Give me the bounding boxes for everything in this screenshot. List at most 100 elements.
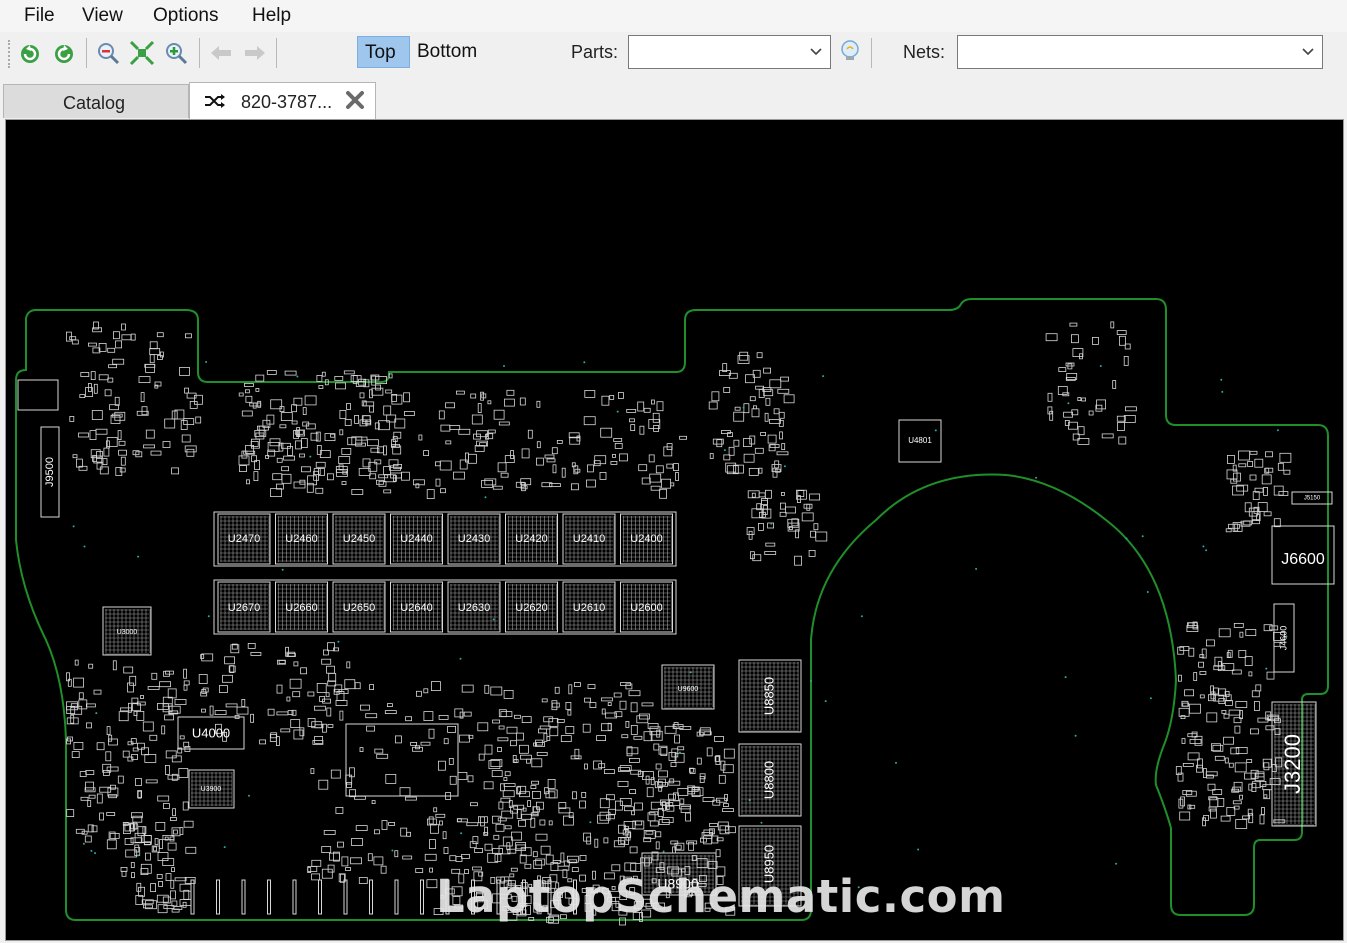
chip-label-u8850: U8850 [761, 677, 776, 715]
component-footprint [459, 459, 468, 470]
rotate-ccw-icon[interactable] [17, 40, 43, 66]
menu-help[interactable]: Help [252, 5, 291, 27]
component-footprint [321, 846, 332, 853]
tab-catalog[interactable]: Catalog [3, 84, 189, 118]
component-footprint [142, 721, 154, 732]
chevron-down-icon[interactable] [808, 43, 824, 59]
component-footprint [438, 715, 449, 720]
component-footprint [140, 695, 144, 699]
menu-options[interactable]: Options [153, 5, 218, 27]
component-footprint [117, 775, 124, 784]
component-footprint [145, 779, 158, 784]
component-footprint [434, 461, 441, 467]
component-footprint [433, 807, 438, 813]
zoom-out-icon[interactable] [95, 40, 121, 66]
component-footprint [276, 457, 283, 463]
component-footprint [354, 682, 361, 690]
component-footprint [552, 464, 557, 474]
component-footprint [619, 700, 627, 710]
component-footprint [552, 860, 561, 864]
via [1141, 535, 1144, 538]
chip-label-u4000: U4000 [192, 725, 230, 740]
via [205, 361, 208, 363]
component-footprint [649, 473, 662, 483]
nets-combobox[interactable] [957, 35, 1323, 69]
zoom-in-icon[interactable] [163, 40, 189, 66]
close-icon[interactable] [345, 90, 365, 110]
component-footprint [675, 844, 682, 850]
component-footprint [318, 779, 329, 790]
component-footprint [388, 822, 396, 826]
component-footprint [515, 844, 526, 850]
component-footprint [201, 689, 207, 694]
component-footprint [484, 684, 490, 694]
via [1202, 545, 1205, 548]
component-footprint [447, 726, 457, 733]
component-footprint [96, 793, 103, 804]
component-footprint [426, 489, 435, 500]
component-footprint [335, 382, 347, 390]
component-footprint [1225, 528, 1232, 533]
component-footprint [481, 479, 494, 488]
tab-board[interactable]: 820-3787... [189, 82, 376, 119]
component-footprint [159, 351, 164, 358]
component-footprint [149, 341, 158, 350]
toolbar-separator [199, 38, 200, 68]
component-footprint [350, 857, 362, 865]
component-footprint [506, 389, 515, 396]
component-footprint [164, 418, 176, 429]
component-footprint [435, 478, 441, 487]
forward-arrow-icon[interactable] [242, 40, 268, 66]
component-footprint [466, 822, 479, 827]
menu-file[interactable]: File [24, 5, 55, 27]
top-layer-button[interactable]: Top [357, 36, 410, 68]
edge-pad [292, 879, 297, 915]
component-footprint [645, 830, 654, 835]
component-footprint [184, 387, 190, 394]
component-footprint [383, 405, 392, 416]
fit-to-window-icon[interactable] [129, 40, 155, 66]
component-footprint [245, 395, 253, 403]
component-footprint [183, 668, 188, 679]
via [82, 842, 85, 845]
menu-view[interactable]: View [82, 5, 123, 27]
component-footprint [172, 808, 177, 817]
parts-combobox[interactable] [628, 35, 831, 69]
component-footprint [185, 846, 197, 854]
component-footprint [1047, 392, 1053, 402]
via [95, 712, 98, 715]
component-footprint [503, 783, 516, 787]
board-canvas[interactable]: U2470 U2460 U2450 U2440 U2430 U2420 U2410 U2400… [5, 119, 1344, 941]
component-footprint [189, 400, 198, 409]
component-footprint [685, 812, 691, 822]
component-footprint [760, 432, 766, 436]
component-footprint [803, 503, 813, 509]
component-footprint [104, 389, 112, 397]
component-footprint [114, 396, 120, 406]
lightbulb-icon[interactable] [837, 38, 863, 64]
component-footprint [224, 656, 236, 665]
component-footprint [1235, 747, 1248, 754]
rotate-cw-icon[interactable] [51, 40, 77, 66]
box-outline-center [345, 723, 459, 797]
component-footprint [171, 467, 180, 475]
chevron-down-icon[interactable] [1300, 43, 1316, 59]
component-footprint [170, 879, 175, 889]
component-footprint [99, 466, 109, 475]
bottom-layer-button[interactable]: Bottom [410, 36, 484, 68]
component-footprint [183, 680, 190, 686]
component-footprint [467, 453, 477, 464]
component-footprint [300, 466, 311, 473]
component-footprint [155, 822, 166, 831]
component-footprint [1220, 815, 1231, 822]
component-footprint [229, 665, 235, 673]
back-arrow-icon[interactable] [208, 40, 234, 66]
component-footprint [286, 696, 291, 702]
component-footprint [321, 868, 333, 879]
pcb-board-view[interactable]: U2470 U2460 U2450 U2440 U2430 U2420 U2410 U2400… [6, 120, 1343, 940]
component-footprint [709, 453, 714, 459]
component-footprint [560, 735, 572, 742]
component-footprint [84, 835, 92, 843]
component-footprint [513, 714, 521, 719]
component-footprint [429, 839, 436, 849]
